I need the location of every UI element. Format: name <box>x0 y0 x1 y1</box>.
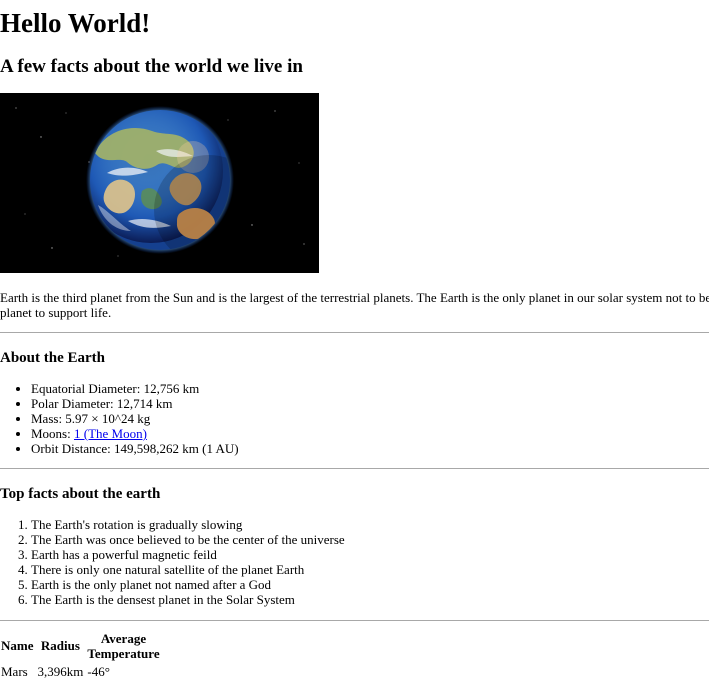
intro-line-1: Earth is the third planet from the Sun a… <box>0 290 709 305</box>
facts-heading: Top facts about the earth <box>0 486 161 502</box>
earth-image <box>0 93 319 273</box>
table-header-average: Average <box>100 630 147 646</box>
intro-paragraph: Earth is the third planet from the Sun a… <box>0 290 709 320</box>
divider-1 <box>0 332 709 333</box>
facts-list: The Earth's rotation is gradually slowin… <box>0 517 345 607</box>
about-item-moons: Moons: 1 (The Moon) <box>31 426 239 441</box>
about-item-orbit-distance: Orbit Distance: 149,598,262 km (1 AU) <box>31 441 239 456</box>
intro-line-2: planet to support life. <box>0 305 112 320</box>
earth-globe-photo-icon <box>0 93 319 273</box>
table-header-temperature: Temperature <box>87 645 160 661</box>
planet-table: Name Radius Average Temperature Mars 3,3… <box>0 630 162 681</box>
fact-item: There is only one natural satellite of t… <box>31 562 345 577</box>
table-row: Mars 3,396km -46° <box>0 661 162 681</box>
about-heading: About the Earth <box>0 350 106 366</box>
planet-table-header: Name Radius Average Temperature <box>0 630 162 661</box>
table-header-name: Name <box>1 638 34 653</box>
about-item-equatorial-diameter: Equatorial Diameter: 12,756 km <box>31 381 239 396</box>
table-cell-name: Mars <box>1 663 28 679</box>
fact-item: The Earth was once believed to be the ce… <box>31 532 345 547</box>
fact-item: Earth has a powerful magnetic feild <box>31 547 345 562</box>
page: Hello World! A few facts about the world… <box>0 0 709 681</box>
divider-2 <box>0 468 709 469</box>
divider-3 <box>0 620 709 621</box>
table-header-radius: Radius <box>40 638 80 653</box>
page-subtitle: A few facts about the world we live in <box>0 56 303 77</box>
fact-item: The Earth is the densest planet in the S… <box>31 592 345 607</box>
fact-item: The Earth's rotation is gradually slowin… <box>31 517 345 532</box>
moons-link[interactable]: 1 (The Moon) <box>74 426 147 441</box>
fact-item: Earth is the only planet not named after… <box>31 577 345 592</box>
about-item-polar-diameter: Polar Diameter: 12,714 km <box>31 396 239 411</box>
table-cell-temperature: -46° <box>87 663 110 679</box>
about-list: Equatorial Diameter: 12,756 km Polar Dia… <box>0 381 239 456</box>
table-cell-radius: 3,396km <box>37 663 84 679</box>
planet-table-body: Mars 3,396km -46° <box>0 661 162 681</box>
about-item-moons-label: Moons: <box>31 426 74 441</box>
table-header-average-temperature: Average Temperature <box>85 630 161 661</box>
page-title: Hello World! <box>0 8 151 38</box>
about-item-mass: Mass: 5.97 × 10^24 kg <box>31 411 239 426</box>
table-header-row: Name Radius Average Temperature <box>0 630 162 661</box>
